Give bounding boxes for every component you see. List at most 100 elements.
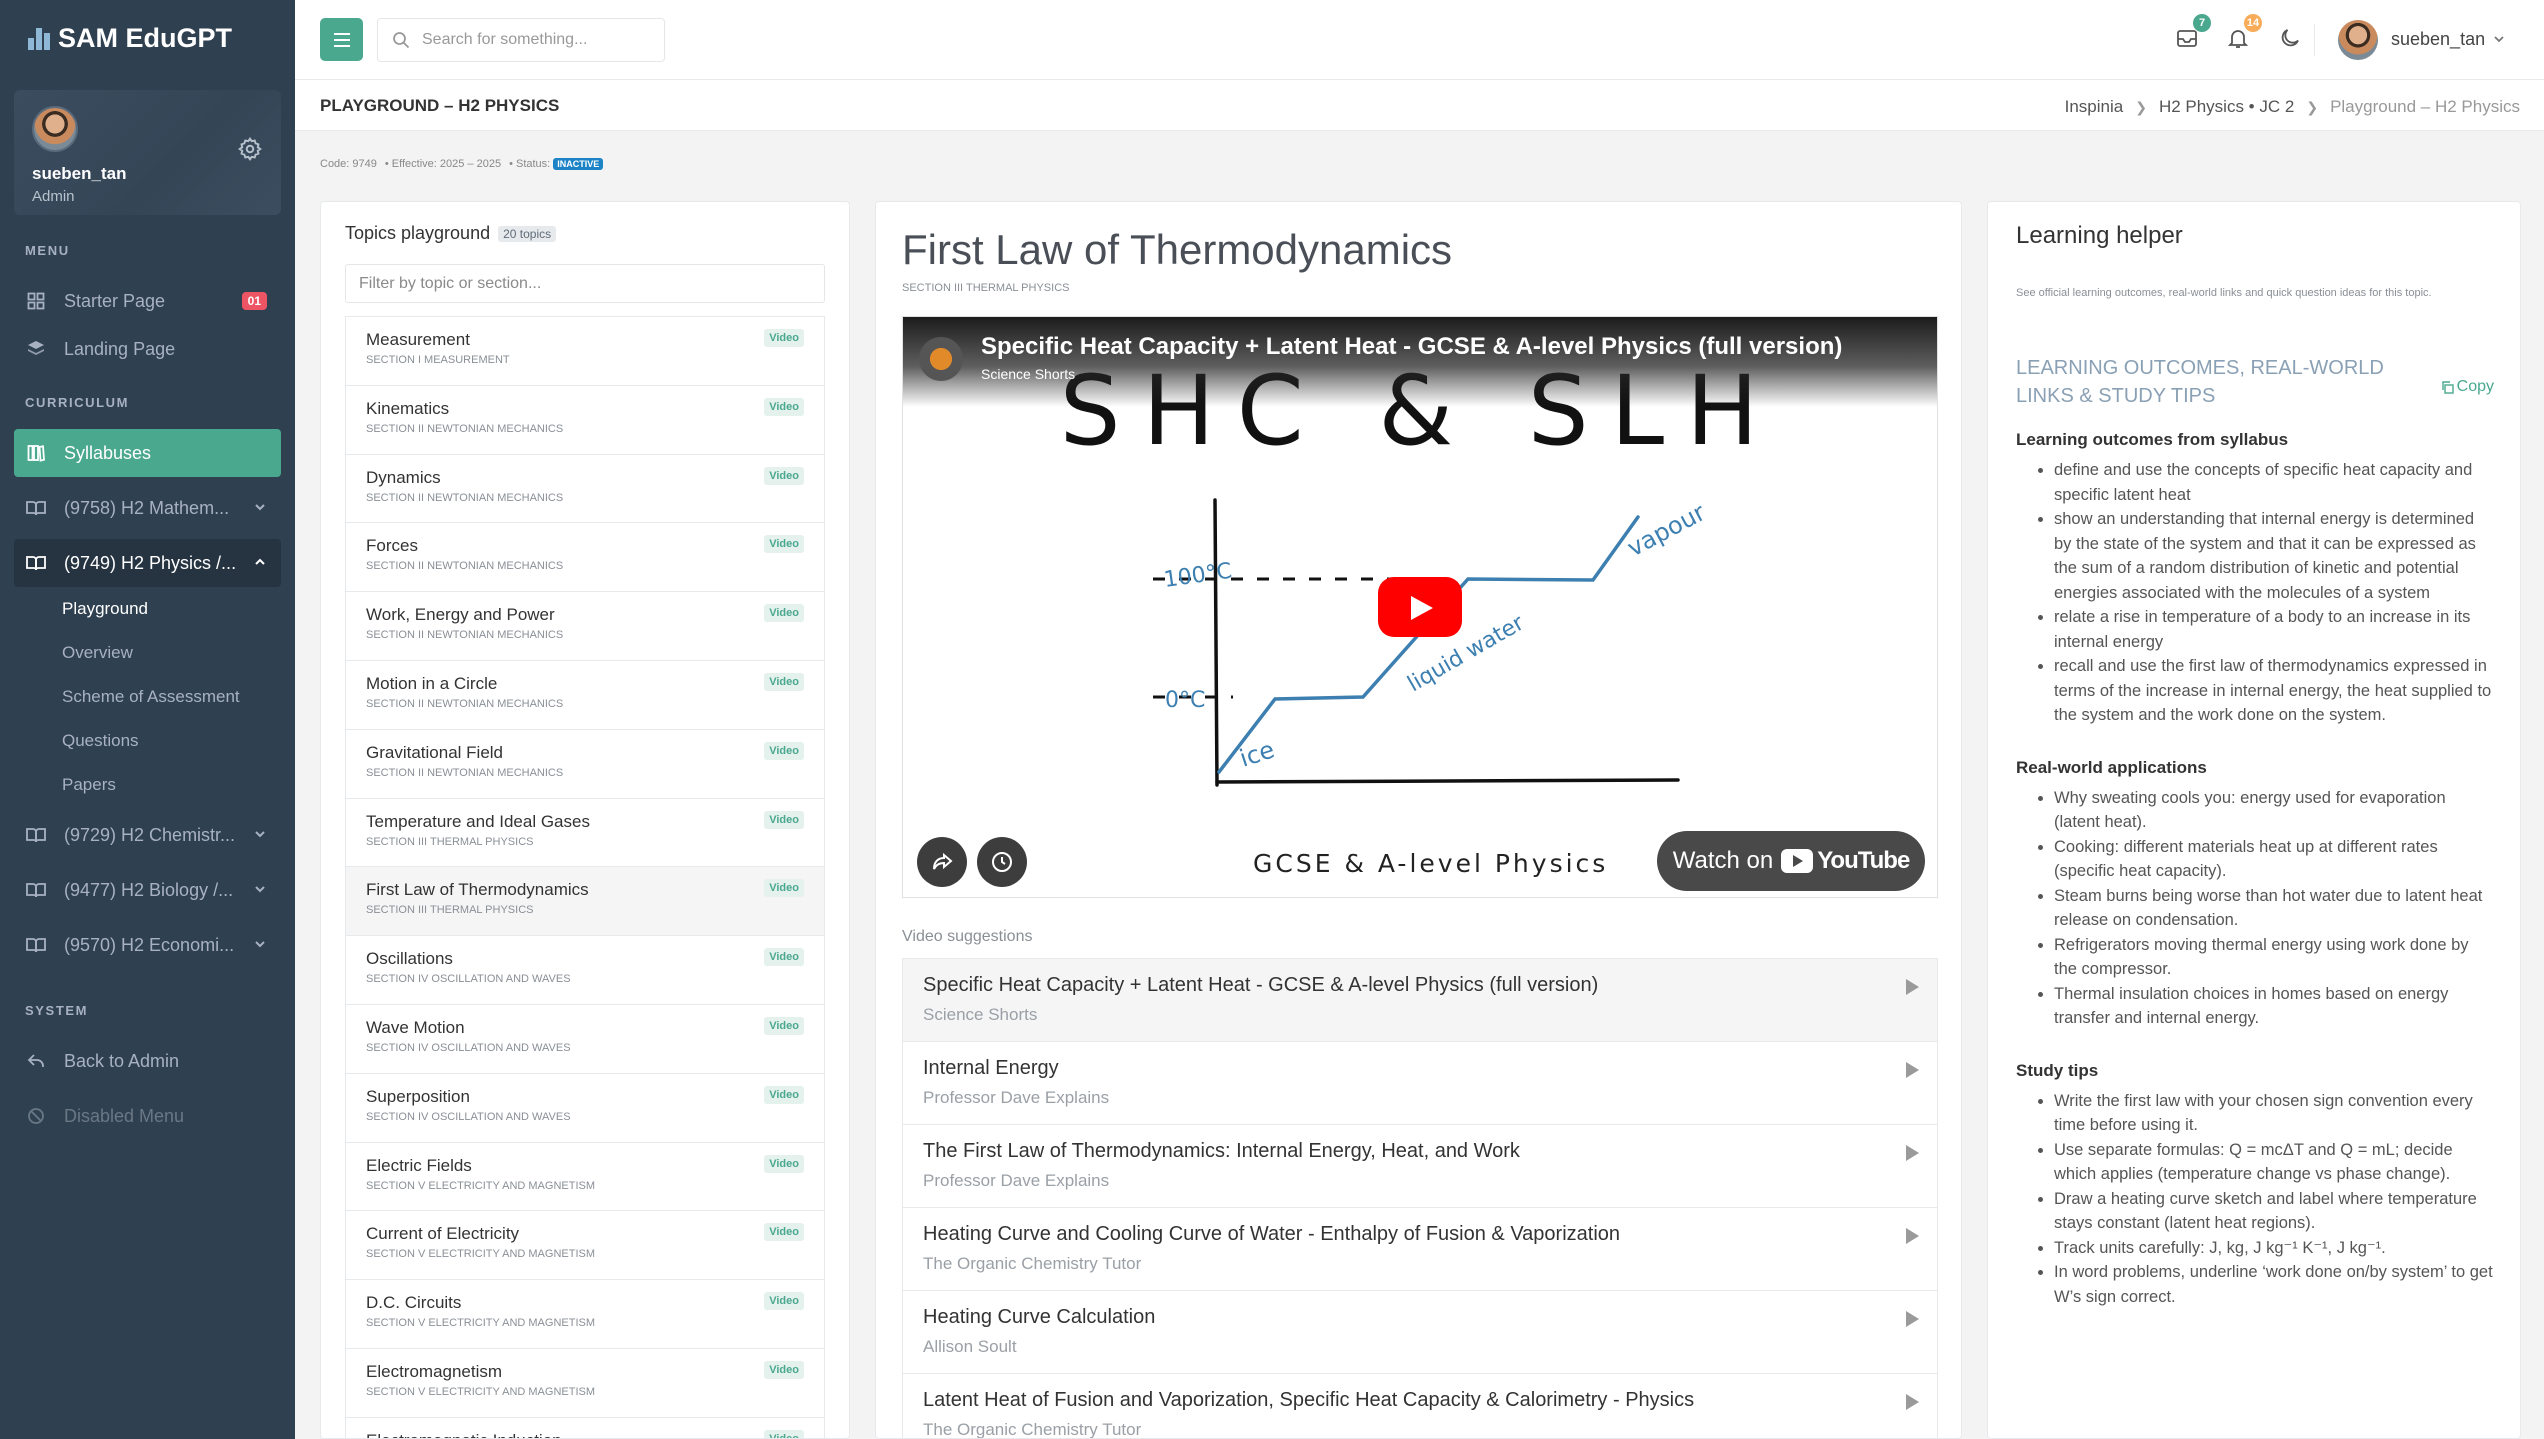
topic-item[interactable]: Gravitational Field SECTION II NEWTONIAN … [346,730,824,799]
svg-text:vapour: vapour [1623,498,1710,562]
play-button[interactable] [1378,577,1462,637]
topics-count-badge: 20 topics [498,225,557,242]
video-badge: Video [764,879,804,898]
chevron-down-icon [255,831,265,838]
video-suggestion-item[interactable]: Heating Curve and Cooling Curve of Water… [903,1208,1937,1291]
topic-item[interactable]: Temperature and Ideal Gases SECTION III T… [346,799,824,868]
video-suggestion-item[interactable]: Internal Energy Professor Dave Explains [903,1042,1937,1125]
video-suggestion-item[interactable]: The First Law of Thermodynamics: Interna… [903,1125,1937,1208]
sidebar-item-h2-mathematics[interactable]: (9758) H2 Mathem... [14,484,281,532]
gear-icon[interactable] [237,136,263,162]
topic-item[interactable]: Electromagnetism SECTION V ELECTRICITY AN… [346,1349,824,1418]
list-item: Write the first law with your chosen sig… [2054,1089,2496,1138]
topic-item[interactable]: First Law of Thermodynamics SECTION III T… [346,867,824,937]
watch-later-button[interactable] [977,837,1027,887]
topic-section: SECTION IV OSCILLATION AND WAVES [366,1041,571,1054]
video-channel[interactable]: Science Shorts [981,366,1075,382]
video-player[interactable]: SHC & SLH 100°C 0°C ice liquid water vap… [902,316,1938,898]
sidebar-subitem-overview[interactable]: Overview [0,631,295,675]
video-suggestions-label: Video suggestions [902,928,1033,945]
video-header [903,317,1937,407]
video-suggestion-item[interactable]: Heating Curve Calculation Allison Soult [903,1291,1937,1374]
avatar[interactable] [32,106,78,152]
sidebar-item-landing-page[interactable]: Landing Page [14,325,281,373]
suggestion-channel: The Organic Chemistry Tutor [923,1420,1142,1439]
topic-item[interactable]: Oscillations SECTION IV OSCILLATION AND W… [346,936,824,1005]
brand[interactable]: SAM EduGPT [0,0,295,76]
svg-text:100°C: 100°C [1162,559,1233,593]
share-button[interactable] [917,837,967,887]
topic-item[interactable]: D.C. Circuits SECTION V ELECTRICITY AND M… [346,1280,824,1349]
user-avatar[interactable] [2338,20,2378,60]
sidebar-item-h2-physics[interactable]: (9749) H2 Physics /... [14,539,281,587]
play-arrow-icon[interactable] [1906,1145,1919,1161]
topic-item[interactable]: Current of Electricity SECTION V ELECTRIC… [346,1211,824,1281]
play-arrow-icon[interactable] [1906,1062,1919,1078]
suggestion-channel: Allison Soult [923,1337,1017,1356]
video-badge: Video [764,741,804,760]
breadcrumb-item[interactable]: H2 Physics • JC 2 [2159,97,2294,117]
play-arrow-icon[interactable] [1906,1311,1919,1327]
topic-item[interactable]: Superposition SECTION IV OSCILLATION AND … [346,1074,824,1143]
notifications-button[interactable]: 14 [2226,14,2262,52]
topic-item[interactable]: Wave Motion SECTION IV OSCILLATION AND WA… [346,1005,824,1074]
video-suggestion-item[interactable]: Latent Heat of Fusion and Vaporization, … [903,1374,1937,1439]
topic-item[interactable]: Kinematics SECTION II NEWTONIAN MECHANICS… [346,386,824,455]
sidebar-subitem-questions[interactable]: Questions [0,719,295,763]
watch-on-youtube-button[interactable]: Watch on YouTube [1657,831,1925,891]
search-box[interactable] [377,18,665,62]
sidebar-item-starter-page[interactable]: Starter Page 01 [14,277,281,325]
system-heading: SYSTEM [25,1003,89,1018]
sidebar-item-syllabuses[interactable]: Syllabuses [14,429,281,477]
topic-item[interactable]: Electromagnetic InductionVideo [346,1418,824,1438]
topic-name: Dynamics [366,467,441,487]
video-badge: Video [764,535,804,554]
chevron-down-icon[interactable] [2493,33,2505,45]
sidebar-item-h2-chemistry[interactable]: (9729) H2 Chemistr... [14,811,281,859]
copy-label: Copy [2456,378,2494,395]
theme-toggle-button[interactable] [2278,26,2304,52]
play-arrow-icon[interactable] [1906,1228,1919,1244]
sidebar-subitem-papers[interactable]: Papers [0,763,295,807]
helper-section-title: LEARNING OUTCOMES, REAL-WORLD LINKS & ST… [2016,357,2384,407]
topic-section: SECTION III THERMAL PHYSICS [366,835,534,848]
menu-toggle-button[interactable] [320,18,363,61]
search-input[interactable] [422,31,642,49]
clock-icon [992,852,1012,872]
book-open-icon [26,880,46,900]
profile-card: sueben_tan Admin [14,90,281,215]
chevron-down-icon [255,504,265,511]
topic-item[interactable]: Work, Energy and Power SECTION II NEWTONI… [346,592,824,661]
menu-heading: MENU [25,243,70,258]
topic-section: SECTION V ELECTRICITY AND MAGNETISM [366,1385,595,1398]
video-badge: Video [764,948,804,967]
topic-item[interactable]: Measurement SECTION I MEASUREMENT Video [346,317,824,386]
sidebar-item-h2-biology[interactable]: (9477) H2 Biology /... [14,866,281,914]
breadcrumb-item[interactable]: Inspinia [2065,97,2124,117]
list-item: In word problems, underline ‘work done o… [2054,1260,2496,1309]
user-menu-name[interactable]: sueben_tan [2391,29,2485,50]
sidebar-subitem-playground[interactable]: Playground [0,587,295,631]
chevron-right-icon: ❯ [2306,98,2319,115]
mail-button[interactable]: 7 [2175,14,2211,52]
video-suggestion-item[interactable]: Specific Heat Capacity + Latent Heat - G… [903,959,1937,1042]
sidebar-subitem-scheme-of-assessment[interactable]: Scheme of Assessment [0,675,295,719]
sidebar-item-back-to-admin[interactable]: Back to Admin [14,1037,281,1085]
topic-section: SECTION IV OSCILLATION AND WAVES [366,973,571,986]
topic-filter-input[interactable] [345,264,825,303]
sidebar-item-h2-economics[interactable]: (9570) H2 Economi... [14,921,281,969]
topic-item[interactable]: Electric Fields SECTION V ELECTRICITY AND… [346,1143,824,1212]
topic-name: Work, Energy and Power [366,605,555,625]
sidebar-item-label: Starter Page [64,290,166,311]
channel-avatar[interactable] [919,337,963,381]
topic-name: Oscillations [366,949,453,969]
play-arrow-icon[interactable] [1906,1394,1919,1410]
topic-item[interactable]: Forces SECTION II NEWTONIAN MECHANICS Vide… [346,523,824,593]
profile-username: sueben_tan [32,164,127,183]
topic-item[interactable]: Motion in a Circle SECTION II NEWTONIAN M… [346,661,824,730]
topic-item[interactable]: Dynamics SECTION II NEWTONIAN MECHANICS Vi… [346,455,824,524]
video-title[interactable]: Specific Heat Capacity + Latent Heat - G… [981,333,1842,361]
copy-button[interactable]: Copy [2441,378,2494,396]
topics-panel: Topics playground 20 topics Measurement S… [320,201,850,1439]
play-arrow-icon[interactable] [1906,979,1919,995]
